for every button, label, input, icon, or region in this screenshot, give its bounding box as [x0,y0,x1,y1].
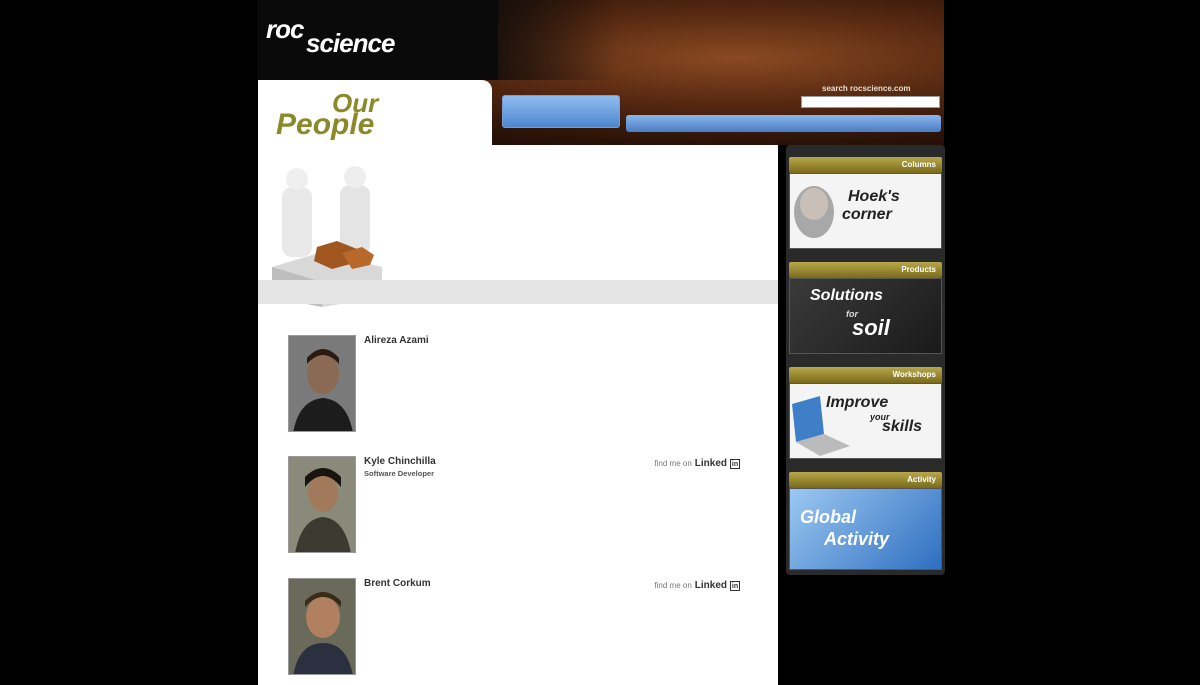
sidebar-block-activity: Activity Global Activity [789,472,942,570]
search-input[interactable] [801,96,940,108]
promo-button[interactable] [502,95,620,128]
person-name: Alireza Azami [364,335,429,346]
linkedin-link[interactable]: find me on Linked in [654,580,740,591]
main-content: Alireza Azami Kyle Chinchilla Software D… [258,145,778,685]
person-photo [288,335,356,432]
sidebar-block-columns: Columns Hoek's corner [789,157,942,249]
linkedin-link[interactable]: find me on Linked in [654,458,740,469]
person-photo [288,578,356,675]
improve-your-skills-banner[interactable]: Improve your skills [789,383,942,459]
logo-roc: roc [266,14,304,44]
sidebar-bar-label: Products [789,262,942,278]
intro-band [258,280,778,304]
tile-line-2: Activity [824,529,890,549]
tile-line-2: skills [882,418,923,435]
page-title: Our People [276,88,476,148]
linkedin-wordmark: Linked [694,458,727,469]
linkedin-wordmark: Linked [694,580,727,591]
person-entry: Kyle Chinchilla Software Developer find … [288,456,748,556]
person-entry: Alireza Azami [288,335,748,435]
person-role: Software Developer [364,469,435,478]
sidebar-bar-label: Columns [789,157,942,173]
global-activity-banner[interactable]: Global Activity [789,488,942,570]
linkedin-in-icon: in [730,580,740,591]
sidebar-bar-label: Workshops [789,367,942,383]
linkedin-in-icon: in [730,458,740,469]
tile-line-1: Solutions [810,287,883,304]
tile-line-2: soil [852,315,890,340]
sidebar-bar-label: Activity [789,472,942,488]
person-name: Brent Corkum [364,578,431,589]
sidebar-block-products: Products Solutions for soil [789,262,942,354]
solutions-for-soil-banner[interactable]: Solutions for soil [789,278,942,354]
rocscience-logo[interactable]: roc science [266,14,416,66]
tile-line-2: corner [842,206,892,223]
person-name: Kyle Chinchilla [364,456,436,467]
sidebar-block-workshops: Workshops Improve your skills [789,367,942,459]
main-nav [626,115,941,132]
logo-science: science [306,28,395,58]
title-panel: Our People [258,80,492,146]
tile-line-1: Global [800,507,857,527]
search-label: search rocscience.com [822,84,911,93]
hoeks-corner-banner[interactable]: Hoek's corner [789,173,942,249]
tile-line-1: Improve [826,394,889,411]
tile-line-1: Hoek's [848,188,900,205]
page-title-people: People [276,108,375,141]
person-photo [288,456,356,553]
header-fade [458,0,618,80]
linkedin-prefix: find me on [654,459,692,468]
person-entry: Brent Corkum find me on Linked in [288,578,748,678]
sidebar: Columns Hoek's corner Products Solutions… [786,145,945,575]
linkedin-prefix: find me on [654,581,692,590]
